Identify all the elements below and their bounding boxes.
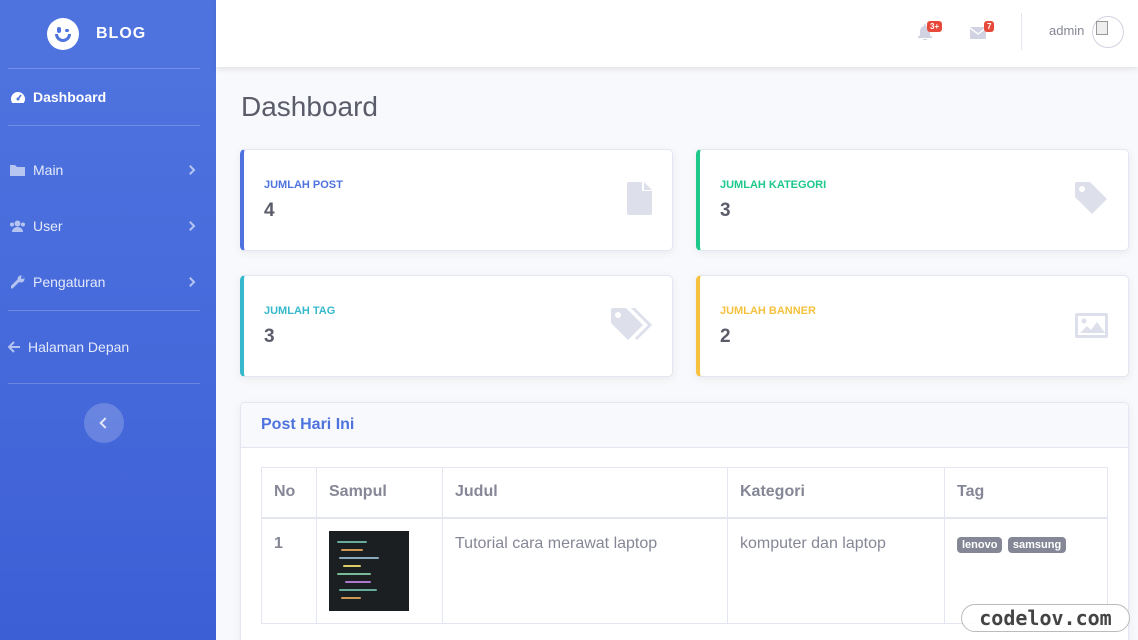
alerts-button[interactable]: 3+ [918, 21, 943, 45]
sidebar-item-user[interactable]: User [0, 198, 216, 254]
stat-label: JUMLAH KATEGORI [720, 179, 827, 191]
avatar[interactable] [1092, 16, 1124, 48]
tag-icon [1075, 182, 1107, 214]
folder-icon [9, 163, 26, 177]
sidebar-item-label: Halaman Depan [28, 339, 130, 355]
cell-sampul [316, 517, 443, 624]
cell-judul: Tutorial cara merawat laptop [442, 517, 728, 624]
stat-label: JUMLAH POST [264, 179, 343, 191]
tachometer-icon [9, 90, 26, 104]
stat-value: 2 [720, 326, 731, 347]
stat-card-post: JUMLAH POST 4 [240, 149, 673, 251]
user-name[interactable]: admin [1049, 23, 1084, 38]
arrow-left-icon [7, 340, 21, 354]
topbar: 3+ 7 admin [216, 0, 1138, 67]
brand-name: BLOG [96, 25, 147, 42]
sidebar-item-label: Main [33, 162, 64, 178]
stat-card-banner: JUMLAH BANNER 2 [696, 275, 1129, 377]
messages-badge: 7 [984, 21, 995, 32]
tag-badge: lenovo [957, 536, 1003, 553]
sidebar: BLOG Dashboard Main User Pengaturan Hala… [0, 0, 216, 640]
tag-badge: samsung [1007, 536, 1067, 553]
column-header: Kategori [727, 467, 945, 519]
users-icon [9, 219, 26, 233]
sidebar-item-main[interactable]: Main [0, 142, 216, 198]
stat-value: 4 [264, 200, 275, 221]
sidebar-item-label: Pengaturan [33, 274, 106, 290]
tags-icon [611, 308, 652, 340]
wrench-icon [9, 275, 26, 289]
sidebar-item-label: User [33, 218, 63, 234]
file-icon [627, 182, 652, 215]
image-icon [1075, 313, 1108, 338]
stat-label: JUMLAH TAG [264, 305, 336, 317]
sidebar-item-pengaturan[interactable]: Pengaturan [0, 254, 216, 310]
posts-table: No Sampul Judul Kategori Tag 1 Tutorial … [261, 467, 1108, 624]
table-header-row: No Sampul Judul Kategori Tag [261, 467, 1108, 519]
cover-image [329, 530, 409, 611]
column-header: Judul [442, 467, 728, 519]
chevron-right-icon [185, 165, 196, 175]
cell-no: 1 [261, 517, 317, 624]
sidebar-item-halaman-depan[interactable]: Halaman Depan [0, 311, 216, 383]
sidebar-divider [8, 125, 200, 126]
stat-card-tag: JUMLAH TAG 3 [240, 275, 673, 377]
watermark: codelov.com [961, 604, 1130, 632]
page-title: Dashboard [241, 91, 378, 122]
winking-face-icon [47, 18, 79, 50]
column-header: Sampul [316, 467, 443, 519]
stat-card-kategori: JUMLAH KATEGORI 3 [696, 149, 1129, 251]
chevron-right-icon [185, 277, 196, 287]
chevron-right-icon [185, 221, 196, 231]
alerts-badge: 3+ [927, 21, 943, 32]
sidebar-divider [8, 383, 200, 384]
cell-kategori: komputer dan laptop [727, 517, 945, 624]
column-header: Tag [944, 467, 1108, 519]
column-header: No [261, 467, 317, 519]
stat-value: 3 [264, 326, 275, 347]
topbar-divider [1021, 13, 1022, 50]
brand-link[interactable]: BLOG [0, 0, 216, 68]
sidebar-toggle-button[interactable] [84, 403, 124, 443]
card-title: Post Hari Ini [241, 403, 1128, 448]
sidebar-item-dashboard[interactable]: Dashboard [0, 69, 216, 125]
stat-label: JUMLAH BANNER [720, 305, 816, 317]
stat-value: 3 [720, 200, 731, 221]
messages-button[interactable]: 7 [969, 21, 995, 44]
sidebar-item-label: Dashboard [33, 89, 107, 105]
